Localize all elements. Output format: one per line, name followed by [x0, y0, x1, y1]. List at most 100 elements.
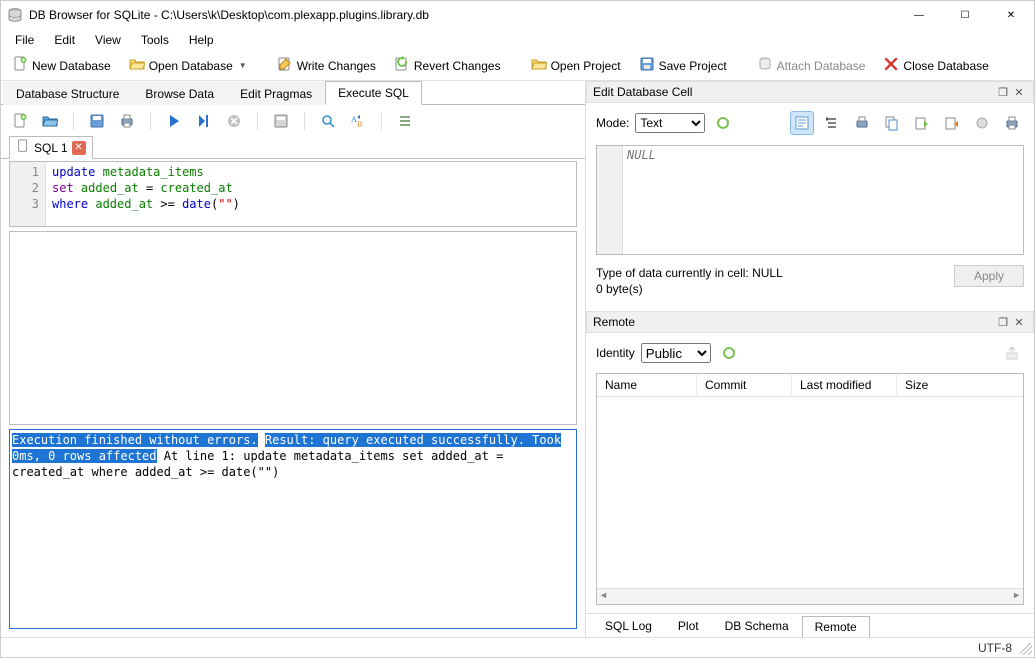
sql-editor[interactable]: 123 update metadata_items set added_at =… — [9, 161, 577, 227]
find-button[interactable] — [317, 110, 339, 132]
new-database-button[interactable]: New Database — [5, 52, 118, 79]
identity-select[interactable]: Public — [641, 343, 711, 363]
right-bottom-tabs: SQL Log Plot DB Schema Remote — [586, 613, 1034, 637]
tab-browse-data[interactable]: Browse Data — [132, 82, 227, 105]
remote-upload-button[interactable] — [1000, 341, 1024, 365]
menu-file[interactable]: File — [5, 31, 44, 49]
save-results-button[interactable] — [270, 110, 292, 132]
remote-table-body[interactable] — [597, 397, 1023, 588]
tab-edit-pragmas[interactable]: Edit Pragmas — [227, 82, 325, 105]
cell-info-line1: Type of data currently in cell: NULL — [596, 265, 954, 281]
sql-file-tab[interactable]: SQL 1 ✕ — [9, 136, 93, 159]
statusbar: UTF-8 — [1, 637, 1034, 657]
stop-sql-button[interactable] — [223, 110, 245, 132]
menubar: File Edit View Tools Help — [1, 29, 1034, 51]
mode-label: Mode: — [596, 116, 629, 130]
mode-select[interactable]: Text — [635, 113, 705, 133]
result-grid[interactable] — [9, 231, 577, 425]
save-sql-button[interactable] — [86, 110, 108, 132]
output-console[interactable]: Execution finished without errors. Resul… — [9, 429, 577, 629]
close-remote-button[interactable]: ✕ — [1011, 314, 1027, 330]
cell-text-editor[interactable]: NULL — [596, 145, 1024, 255]
undock-panel-button[interactable]: ❐ — [995, 84, 1011, 100]
undock-remote-button[interactable]: ❐ — [995, 314, 1011, 330]
cell-print-button[interactable] — [1000, 111, 1024, 135]
open-project-label: Open Project — [551, 59, 621, 73]
menu-tools[interactable]: Tools — [131, 31, 179, 49]
close-sql-tab-button[interactable]: ✕ — [72, 141, 86, 155]
window-minimize-button[interactable]: — — [896, 1, 942, 29]
window-close-button[interactable]: ✕ — [988, 1, 1034, 29]
find-replace-button[interactable]: AB — [347, 110, 369, 132]
identity-refresh-button[interactable] — [717, 341, 741, 365]
menu-edit[interactable]: Edit — [44, 31, 85, 49]
bottom-tab-sql-log[interactable]: SQL Log — [592, 615, 665, 637]
null-cell-button[interactable] — [970, 111, 994, 135]
print-sql-button[interactable] — [116, 110, 138, 132]
open-database-button[interactable]: Open Database ▼ — [122, 52, 254, 79]
titlebar: DB Browser for SQLite - C:\Users\k\Deskt… — [1, 1, 1034, 29]
chevron-down-icon[interactable]: ▼ — [239, 61, 247, 70]
close-panel-button[interactable]: ✕ — [1011, 84, 1027, 100]
remote-table[interactable]: Name Commit Last modified Size — [596, 373, 1024, 605]
sql-file-icon — [16, 139, 30, 156]
save-project-button[interactable]: Save Project — [632, 52, 734, 79]
import-cell-button[interactable] — [940, 111, 964, 135]
export-cell-button[interactable] — [910, 111, 934, 135]
sql-sub-toolbar: AB — [1, 105, 585, 137]
bottom-tab-plot[interactable]: Plot — [665, 615, 712, 637]
remote-col-name[interactable]: Name — [597, 374, 697, 396]
app-icon — [7, 7, 23, 23]
indent-button[interactable] — [394, 110, 416, 132]
tab-database-structure[interactable]: Database Structure — [3, 82, 132, 105]
new-sql-tab-button[interactable] — [9, 110, 31, 132]
new-database-label: New Database — [32, 59, 111, 73]
remote-table-hscroll[interactable] — [597, 588, 1023, 604]
apply-button[interactable]: Apply — [954, 265, 1024, 287]
output-line-4: update metadata_items — [243, 449, 395, 463]
output-line-6: where added_at >= date("") — [91, 465, 279, 479]
window-title: DB Browser for SQLite - C:\Users\k\Deskt… — [29, 8, 896, 22]
open-project-button[interactable]: Open Project — [524, 52, 628, 79]
mode-refresh-button[interactable] — [711, 111, 735, 135]
output-line-3: At line 1: — [164, 449, 236, 463]
view-text-button[interactable] — [790, 111, 814, 135]
editor-code[interactable]: update metadata_items set added_at = cre… — [46, 162, 576, 226]
window-maximize-button[interactable]: ☐ — [942, 1, 988, 29]
bottom-tab-remote[interactable]: Remote — [802, 616, 870, 638]
close-database-button[interactable]: Close Database — [876, 52, 995, 79]
bottom-tab-db-schema[interactable]: DB Schema — [712, 615, 802, 637]
write-changes-button[interactable]: Write Changes — [270, 52, 383, 79]
open-sql-file-button[interactable] — [39, 110, 61, 132]
menu-view[interactable]: View — [85, 31, 131, 49]
run-line-button[interactable] — [193, 110, 215, 132]
remote-panel: Identity Public Name Commit Last modifie… — [586, 333, 1034, 613]
remote-panel-title: Remote — [593, 315, 635, 329]
remote-col-last-modified[interactable]: Last modified — [792, 374, 897, 396]
attach-icon — [757, 56, 773, 75]
cell-editor-body[interactable]: NULL — [623, 146, 1023, 254]
remote-table-header: Name Commit Last modified Size — [597, 374, 1023, 397]
sql-file-tab-label: SQL 1 — [34, 141, 68, 155]
remote-col-size[interactable]: Size — [897, 374, 1023, 396]
copy-cell-button[interactable] — [880, 111, 904, 135]
right-pane: Edit Database Cell ❐ ✕ Mode: Text — [586, 81, 1034, 637]
remote-col-commit[interactable]: Commit — [697, 374, 792, 396]
close-x-icon — [883, 56, 899, 75]
resize-grip-icon[interactable] — [1020, 643, 1032, 655]
open-project-icon — [531, 56, 547, 75]
edit-cell-panel: Mode: Text NULL Type of data currently — [586, 103, 1034, 305]
view-rtl-button[interactable] — [820, 111, 844, 135]
print-cell-button[interactable] — [850, 111, 874, 135]
save-icon — [639, 56, 655, 75]
menu-help[interactable]: Help — [179, 31, 224, 49]
sql-file-tab-bar: SQL 1 ✕ — [1, 137, 585, 159]
revert-changes-button[interactable]: Revert Changes — [387, 52, 508, 79]
identity-label: Identity — [596, 346, 635, 360]
edit-cell-modebar: Mode: Text — [596, 111, 1024, 135]
open-folder-icon — [129, 56, 145, 75]
tab-execute-sql[interactable]: Execute SQL — [325, 81, 422, 105]
attach-database-button[interactable]: Attach Database — [750, 52, 873, 79]
remote-panel-header: Remote ❐ ✕ — [586, 311, 1034, 333]
run-sql-button[interactable] — [163, 110, 185, 132]
